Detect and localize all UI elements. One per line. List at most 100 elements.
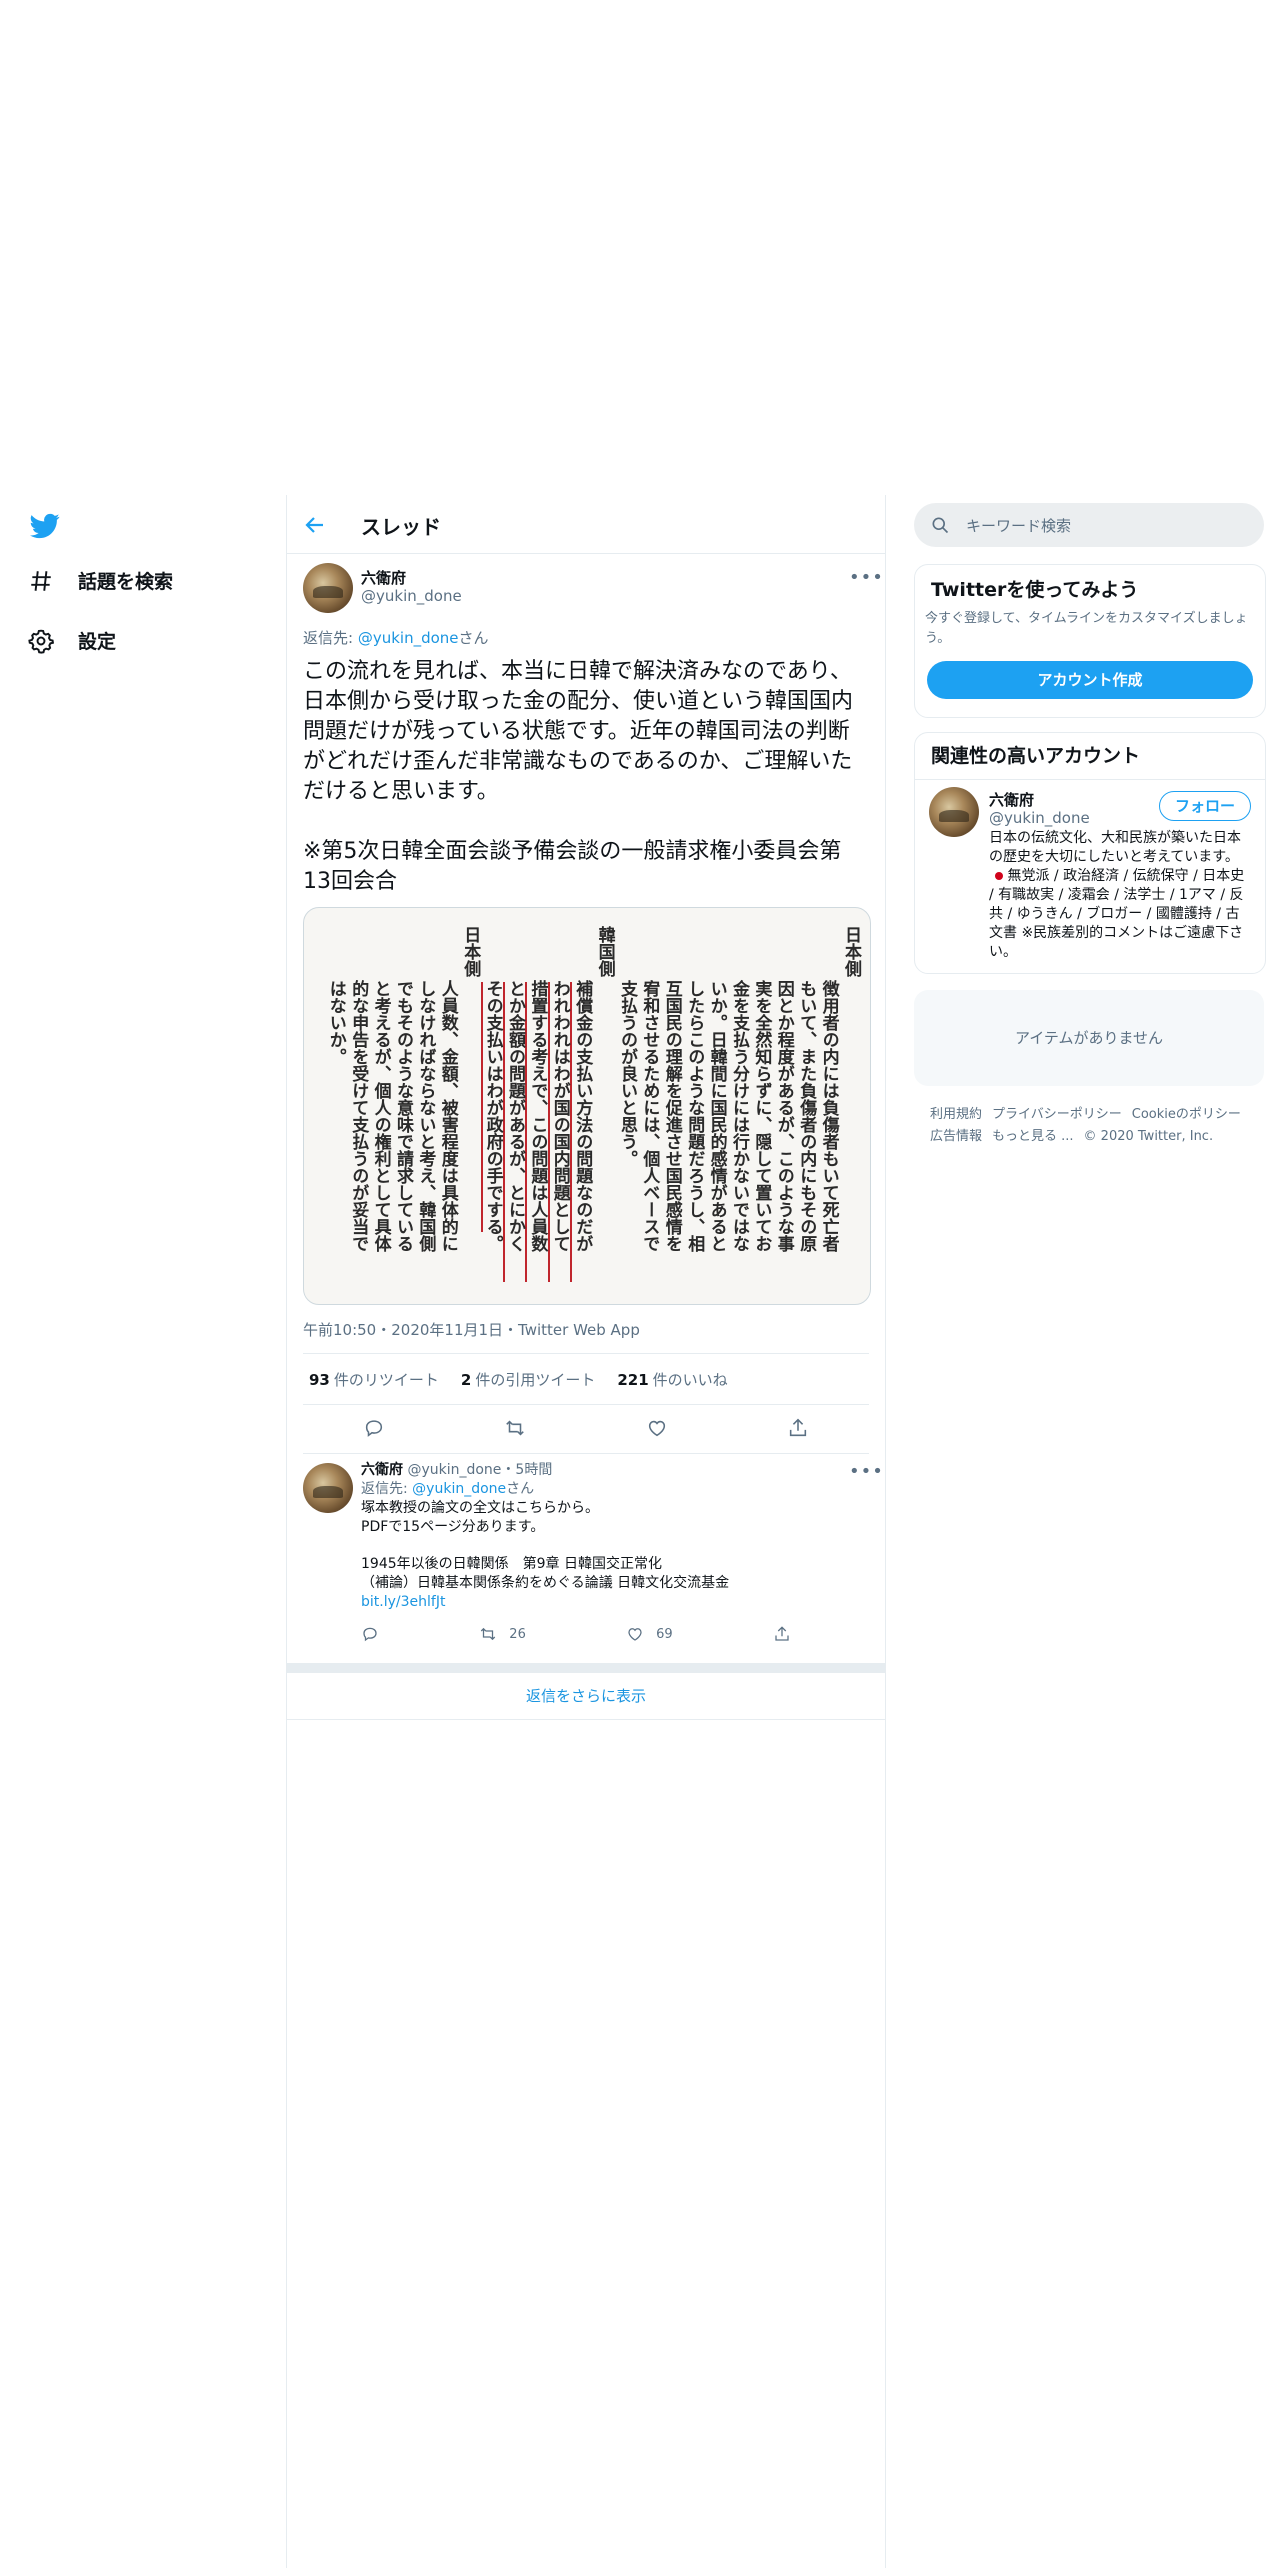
- related-bio: 日本の伝統文化、大和民族が築いた日本の歴史を大切にしたいと考えています。 無党派…: [989, 830, 1245, 960]
- like-count-link[interactable]: 221 件のいいね: [617, 1369, 727, 1390]
- document-text-column: われわれはわが国の国内問題として: [549, 980, 570, 1252]
- gear-icon: [28, 629, 54, 654]
- footer-link[interactable]: 利用規約: [930, 1107, 982, 1122]
- reply-text-line: 1945年以後の日韓関係 第9章 日韓国交正常化: [361, 1556, 662, 1572]
- thread-header: スレッド: [287, 495, 885, 554]
- footer-link[interactable]: Cookieのポリシー: [1132, 1107, 1241, 1122]
- document-text-column: 的な申告を受けて支払うのが妥当で: [348, 980, 369, 1252]
- nav-settings[interactable]: 設定: [28, 627, 116, 654]
- tweet-stats: 93 件のリツイート 2 件の引用ツイート 221 件のいいね: [303, 1353, 869, 1405]
- footer-link[interactable]: プライバシーポリシー: [992, 1107, 1122, 1122]
- reply-header: 六衛府 @yukin_done・5時間: [361, 1461, 871, 1480]
- page-title: スレッド: [361, 515, 441, 539]
- japan-flag-icon: [995, 872, 1003, 880]
- tweet-actions: [303, 1403, 869, 1454]
- twitter-logo-icon[interactable]: [28, 511, 62, 541]
- reply-like-button[interactable]: 69: [626, 1625, 673, 1643]
- tweet-image[interactable]: 日本側 徴用者の内には負傷者もいて死亡者 もいて、また負傷者の内にもその原 因とか程度…: [303, 907, 871, 1305]
- reply-avatar[interactable]: [303, 1463, 353, 1513]
- tweet-text: この流れを見れば、本当に日韓で解決済みなのであり、日本側から受け取った金の配分、…: [303, 659, 854, 894]
- like-icon[interactable]: [646, 1417, 668, 1439]
- show-more-replies-button[interactable]: 返信をさらに表示: [287, 1673, 885, 1720]
- related-accounts-card: 関連性の高いアカウント 六衛府 @yukin_done フォロー 日本の伝統文化…: [914, 732, 1266, 974]
- footer-link[interactable]: もっと見る ...: [992, 1129, 1074, 1144]
- quote-count-link[interactable]: 2 件の引用ツイート: [461, 1369, 595, 1390]
- share-icon: [775, 1626, 789, 1641]
- speaker-label: 韓国側: [594, 926, 615, 977]
- signup-card: Twitterを使ってみよう 今すぐ登録して、タイムラインをカスタマイズしましょ…: [914, 564, 1266, 718]
- document-text-column: 互国民の理解を促進させ国民感情を: [661, 980, 682, 1252]
- footer-link[interactable]: 広告情報: [930, 1129, 982, 1144]
- document-text-column: その支払いはわが政府の手でする。: [482, 980, 503, 1252]
- nav-explore-label: 話題を検索: [78, 571, 174, 593]
- document-text-column: はないか。: [325, 980, 346, 1065]
- search-box[interactable]: キーワード検索: [914, 503, 1264, 547]
- reply-text-line: 塚本教授の論文の全文はこちらから。: [361, 1500, 599, 1516]
- document-text-column: と考えるが、個人の権利として具体: [370, 980, 391, 1252]
- reply-reply-button[interactable]: [361, 1625, 379, 1643]
- signup-description: 今すぐ登録して、タイムラインをカスタマイズしましょう。: [925, 611, 1248, 646]
- section-divider: [287, 1663, 885, 1673]
- reply-retweet-button[interactable]: 26: [479, 1625, 526, 1643]
- reply-share-button[interactable]: [773, 1625, 791, 1643]
- reply-author-handle[interactable]: @yukin_done・5時間: [407, 1462, 552, 1478]
- document-text-column: 因とか程度があるが、このような事: [773, 980, 794, 1252]
- retweet-icon[interactable]: [504, 1417, 526, 1439]
- document-text-column: 徴用者の内には負傷者もいて死亡者: [818, 980, 839, 1252]
- create-account-button[interactable]: アカウント作成: [927, 661, 1253, 699]
- document-text-column: しなければならないと考え、韓国側: [415, 980, 436, 1252]
- related-avatar[interactable]: [929, 787, 979, 837]
- document-text-column: 人員数、金額、被害程度は具体的に: [437, 980, 458, 1252]
- reply-icon[interactable]: [363, 1417, 385, 1439]
- document-text-column: 金を支払う分けには行かないではな: [729, 980, 749, 1252]
- reply-to-link[interactable]: @yukin_done: [358, 629, 459, 647]
- document-text-column: とか金額の問題があるが、とにかく: [505, 980, 525, 1252]
- like-icon: [628, 1628, 642, 1641]
- empty-trends: アイテムがありません: [914, 990, 1264, 1086]
- retweet-icon: [481, 1627, 496, 1641]
- reply-author-name[interactable]: 六衛府: [361, 1462, 403, 1478]
- thread-column: スレッド 六衛府 @yukin_done ••• 返信先: @yukin_don…: [286, 495, 886, 2568]
- speaker-label: 日本側: [460, 926, 481, 977]
- reply-text-line: （補論）日韓基本関係条約をめぐる論議 日韓文化交流基金: [361, 1575, 730, 1591]
- document-text-column: でもそのような意味で請求している: [393, 980, 413, 1252]
- speaker-label: 日本側: [841, 926, 861, 977]
- author-name[interactable]: 六衛府: [361, 567, 406, 588]
- retweet-count-link[interactable]: 93 件のリツイート: [309, 1369, 439, 1390]
- share-icon[interactable]: [787, 1417, 809, 1439]
- document-text-column: 支払うのが良いと思う。: [617, 980, 637, 1167]
- more-options-icon[interactable]: •••: [849, 567, 884, 588]
- document-text-column: もいて、また負傷者の内にもその原: [796, 980, 817, 1252]
- document-text-column: 宥和させるためには、個人ベースで: [639, 980, 660, 1252]
- follow-button[interactable]: フォロー: [1159, 791, 1251, 821]
- related-handle[interactable]: @yukin_done: [989, 809, 1090, 827]
- author-handle[interactable]: @yukin_done: [361, 587, 462, 605]
- reply-icon: [363, 1627, 377, 1642]
- hashtag-icon: [31, 570, 51, 591]
- back-arrow-icon[interactable]: [303, 513, 327, 537]
- avatar[interactable]: [303, 563, 353, 613]
- reply-retweet-count: 26: [509, 1626, 526, 1642]
- document-text-column: したらこのような問題だろうし、相: [684, 980, 705, 1252]
- tweet-timestamp[interactable]: 午前10:50・2020年11月1日・Twitter Web App: [303, 1319, 640, 1340]
- reply-tweet[interactable]: ••• 六衛府 @yukin_done・5時間 返信先: @yukin_done…: [287, 1453, 885, 1664]
- reply-reply-to: 返信先: @yukin_doneさん: [361, 1481, 535, 1497]
- document-text-column: 補償金の支払い方法の問題なのだが: [572, 980, 593, 1252]
- red-underline: [480, 982, 483, 1232]
- related-title: 関連性の高いアカウント: [931, 745, 1141, 767]
- reply-text-line: PDFで15ページ分あります。: [361, 1519, 545, 1535]
- card-divider: [915, 779, 1265, 780]
- search-icon: [932, 517, 949, 534]
- reply-body: 六衛府 @yukin_done・5時間 返信先: @yukin_doneさん 塚…: [361, 1461, 871, 1612]
- document-text-column: いか。日韓間に国民的感情があると: [706, 980, 727, 1252]
- reply-reply-to-link[interactable]: @yukin_done: [412, 1481, 506, 1497]
- reply-link[interactable]: bit.ly/3ehlfJt: [361, 1594, 445, 1610]
- reply-actions: 26 69: [361, 1625, 791, 1643]
- reply-like-count: 69: [656, 1626, 673, 1642]
- related-name[interactable]: 六衛府: [989, 789, 1034, 810]
- document-text-column: 実を全然知らずに、隠して置いてお: [751, 980, 772, 1252]
- copyright: © 2020 Twitter, Inc.: [1083, 1129, 1214, 1144]
- search-input[interactable]: キーワード検索: [966, 515, 1071, 536]
- nav-explore[interactable]: 話題を検索: [28, 567, 173, 594]
- footer-links: 利用規約 プライバシーポリシー Cookieのポリシー 広告情報 もっと見る ... ©…: [930, 1104, 1260, 1148]
